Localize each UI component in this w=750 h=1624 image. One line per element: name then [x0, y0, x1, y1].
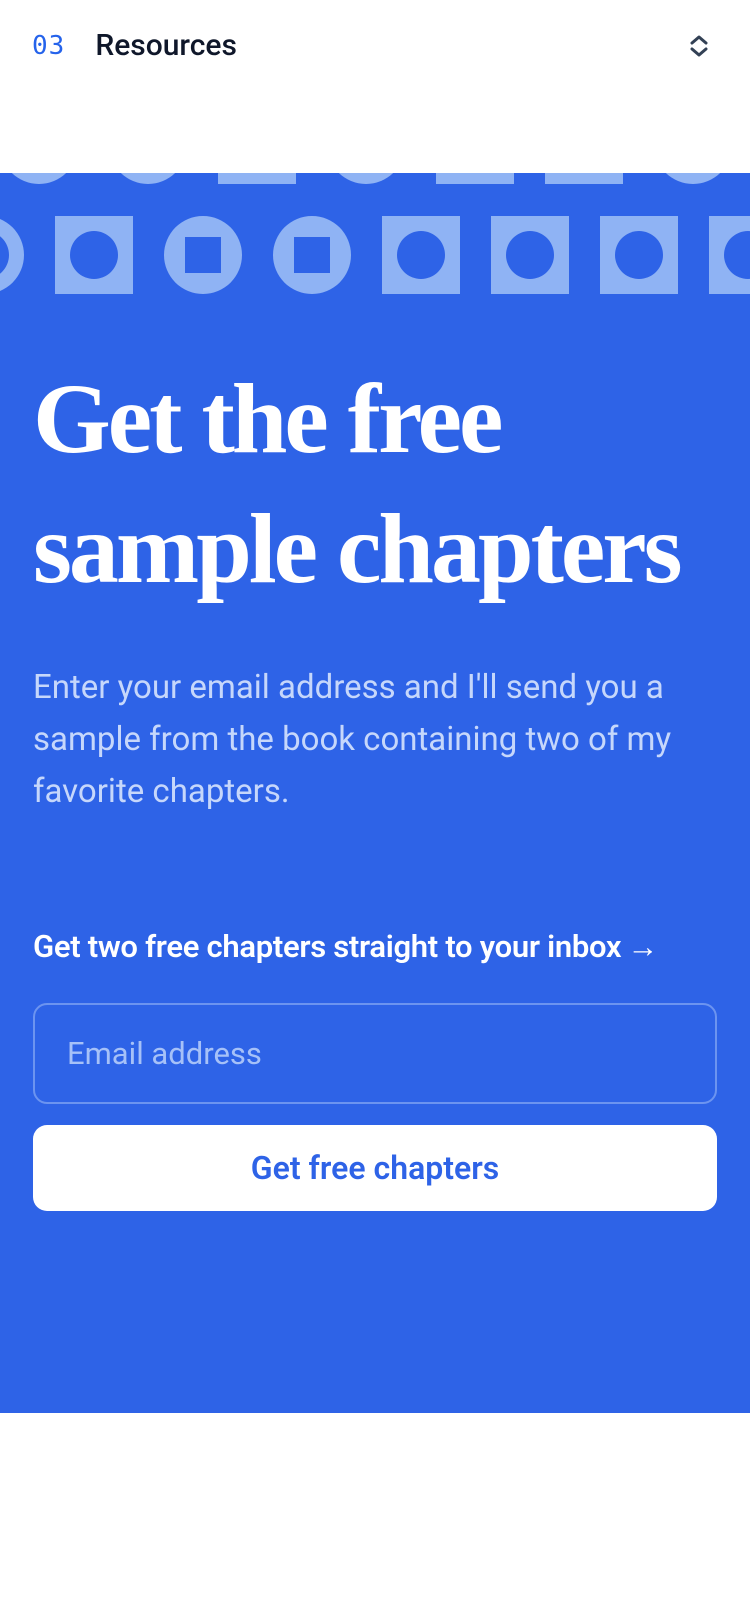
hero-section: Get the free sample chapters Enter your …	[0, 173, 750, 1413]
hero-heading: Get the free sample chapters	[33, 354, 717, 614]
form-label: Get two free chapters straight to your i…	[33, 928, 717, 965]
nav-label: Resources	[95, 28, 237, 63]
hero-description: Enter your email address and I'll send y…	[33, 662, 717, 818]
email-input[interactable]	[33, 1003, 717, 1104]
decorative-pattern	[0, 173, 750, 294]
submit-button[interactable]: Get free chapters	[33, 1125, 717, 1211]
spacer	[0, 91, 750, 173]
selector-icon[interactable]	[690, 35, 708, 57]
top-nav[interactable]: 03 Resources	[0, 0, 750, 91]
bottom-section	[0, 1413, 750, 1613]
arrow-right-icon: →	[627, 928, 658, 965]
nav-number: 03	[32, 31, 65, 61]
